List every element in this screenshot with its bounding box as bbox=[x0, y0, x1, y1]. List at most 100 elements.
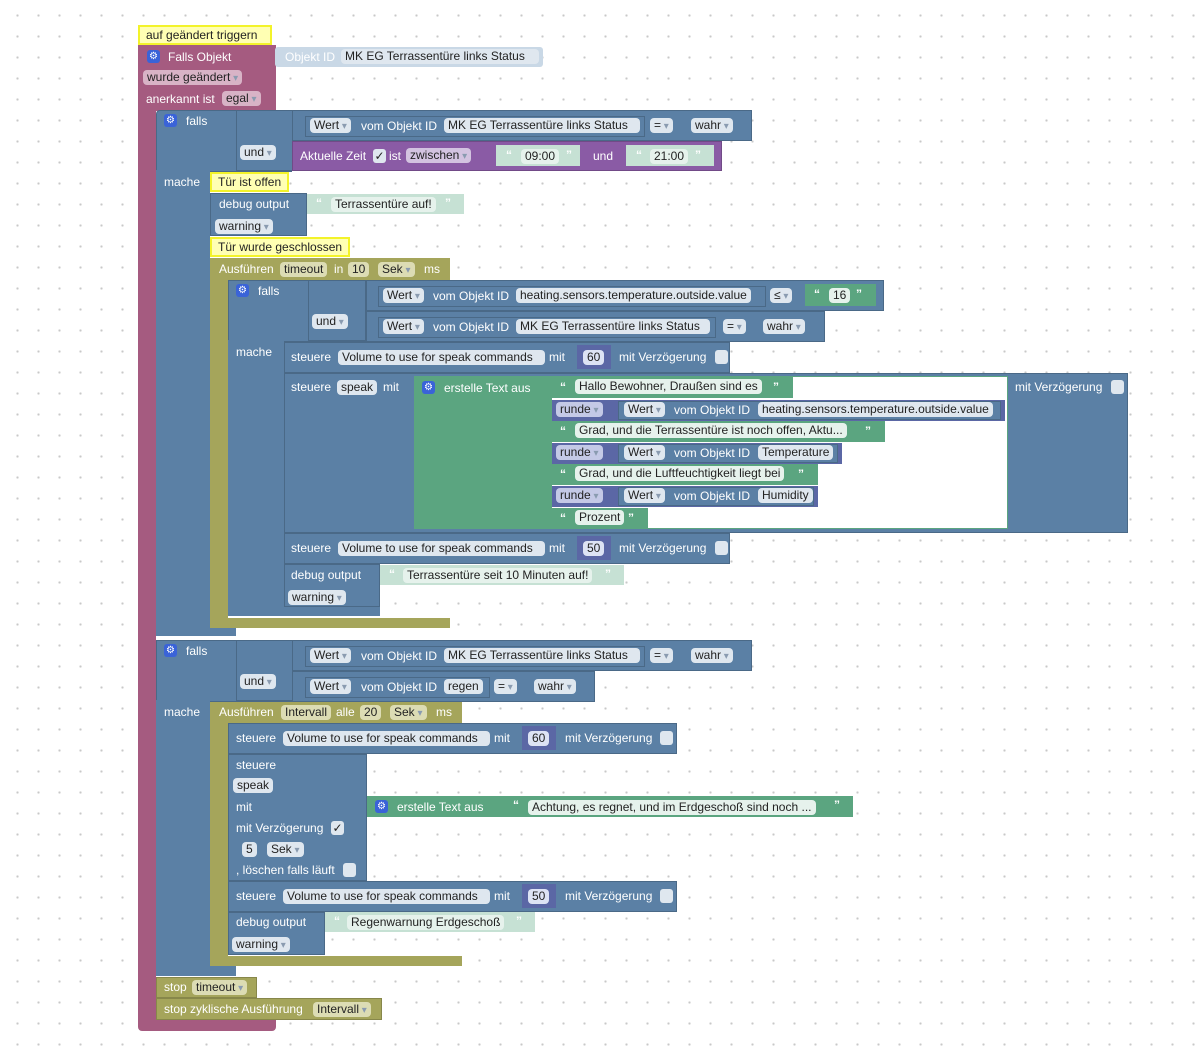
debug-text-field[interactable]: Regenwarnung Erdgeschoß bbox=[347, 915, 505, 930]
objekt-id-field[interactable]: heating.sensors.temperature.outside.valu… bbox=[516, 288, 751, 303]
text-field[interactable]: Grad, und die Terrassentüre ist noch off… bbox=[575, 423, 847, 438]
delay-unit-dropdown[interactable]: Sek bbox=[267, 842, 304, 857]
objekt-id-field[interactable]: Temperature bbox=[758, 445, 834, 460]
gear-icon[interactable]: ⚙ bbox=[422, 381, 435, 394]
target-field[interactable]: Volume to use for speak commands bbox=[338, 541, 545, 556]
debug-level-dropdown[interactable]: warning bbox=[215, 219, 273, 234]
objekt-id-field[interactable]: Humidity bbox=[758, 488, 813, 503]
wert-dropdown[interactable]: Wert bbox=[310, 118, 351, 133]
if2-logic-block[interactable] bbox=[236, 640, 294, 701]
if1-logic-dropdown[interactable]: und bbox=[240, 145, 276, 160]
objekt-id-field[interactable]: heating.sensors.temperature.outside.valu… bbox=[758, 402, 993, 417]
run-unit-dropdown[interactable]: Sek bbox=[390, 705, 427, 720]
join-label: erstelle Text aus bbox=[397, 800, 484, 814]
delay-checkbox[interactable] bbox=[715, 541, 728, 555]
wert-dropdown[interactable]: Wert bbox=[624, 445, 665, 460]
delay-value-field[interactable]: 5 bbox=[242, 842, 257, 857]
debug-level-dropdown[interactable]: warning bbox=[288, 590, 346, 605]
run-unit-dropdown[interactable]: Sek bbox=[378, 262, 415, 277]
objekt-id-field[interactable]: MK EG Terrassentüre links Status bbox=[444, 648, 640, 663]
debug-text-field[interactable]: Terrassentüre auf! bbox=[331, 197, 436, 212]
delay-checkbox[interactable] bbox=[660, 731, 673, 745]
objekt-id-field[interactable]: MK EG Terrassentüre links Status bbox=[516, 319, 710, 334]
wert-dropdown[interactable]: Wert bbox=[310, 648, 351, 663]
if2-logic-dropdown[interactable]: und bbox=[240, 674, 276, 689]
ack-dropdown[interactable]: egal bbox=[222, 91, 261, 106]
delay-checkbox[interactable] bbox=[1111, 380, 1124, 394]
clear-checkbox[interactable] bbox=[343, 863, 356, 877]
number-field[interactable]: 50 bbox=[528, 889, 550, 904]
operator-dropdown[interactable]: = bbox=[650, 648, 673, 663]
run-name-field[interactable]: Intervall bbox=[281, 705, 332, 720]
target-field[interactable]: speak bbox=[233, 778, 274, 793]
wert-dropdown[interactable]: Wert bbox=[383, 288, 424, 303]
target-field[interactable]: Volume to use for speak commands bbox=[283, 731, 490, 746]
bool-dropdown[interactable]: wahr bbox=[534, 679, 576, 694]
gear-icon[interactable]: ⚙ bbox=[147, 50, 160, 63]
delay-checkbox[interactable] bbox=[715, 350, 728, 364]
operator-dropdown[interactable]: = bbox=[723, 319, 746, 334]
bool-dropdown[interactable]: wahr bbox=[691, 118, 733, 133]
comment-closed[interactable]: Tür wurde geschlossen bbox=[210, 237, 351, 257]
quote-close-icon: ” bbox=[865, 424, 871, 438]
change-dropdown[interactable]: wurde geändert bbox=[143, 70, 243, 85]
delay-checkbox[interactable]: ✓ bbox=[331, 821, 344, 835]
gear-icon[interactable]: ⚙ bbox=[164, 644, 177, 657]
target-field[interactable]: Volume to use for speak commands bbox=[283, 889, 490, 904]
interval-footer bbox=[210, 956, 462, 966]
text-field[interactable]: Grad, und die Luftfeuchtigkeit liegt bei bbox=[575, 466, 785, 481]
inner-mache-label: mache bbox=[236, 345, 273, 359]
number-field[interactable]: 60 bbox=[583, 350, 605, 365]
steuere-label: steuere bbox=[236, 731, 277, 745]
quote-open-icon: “ bbox=[506, 148, 512, 162]
round-dropdown[interactable]: runde bbox=[556, 402, 603, 417]
round-dropdown[interactable]: runde bbox=[556, 488, 603, 503]
run-value-field[interactable]: 20 bbox=[360, 705, 382, 720]
objekt-id-field[interactable]: MK EG Terrassentüre links Status bbox=[341, 49, 539, 64]
quote-close-icon: ” bbox=[856, 287, 862, 301]
operator-dropdown[interactable]: = bbox=[494, 679, 517, 694]
inner-logic-dropdown[interactable]: und bbox=[312, 314, 348, 329]
round-dropdown[interactable]: runde bbox=[556, 445, 603, 460]
comment-open[interactable]: Tür ist offen bbox=[210, 172, 290, 192]
gear-icon[interactable]: ⚙ bbox=[164, 114, 177, 127]
run-value-field[interactable]: 10 bbox=[348, 262, 370, 277]
objekt-id-field[interactable]: regen bbox=[444, 679, 483, 694]
run-name-field[interactable]: timeout bbox=[280, 262, 328, 277]
time-mode-dropdown[interactable]: zwischen bbox=[406, 148, 472, 163]
target-field[interactable]: speak bbox=[337, 380, 378, 395]
bool-dropdown[interactable]: wahr bbox=[691, 648, 733, 663]
number-text-field[interactable]: 16 bbox=[829, 288, 851, 303]
objekt-id-field[interactable]: MK EG Terrassentüre links Status bbox=[444, 118, 640, 133]
vom-objekt-label: vom Objekt ID bbox=[361, 649, 438, 663]
wert-dropdown[interactable]: Wert bbox=[310, 679, 351, 694]
if1-logic-block[interactable] bbox=[236, 110, 294, 171]
wert-dropdown[interactable]: Wert bbox=[624, 488, 665, 503]
number-field[interactable]: 60 bbox=[528, 731, 550, 746]
stop-timeout-dropdown[interactable]: timeout bbox=[192, 980, 248, 995]
quote-open-icon: “ bbox=[560, 511, 566, 525]
text-field[interactable]: Prozent bbox=[575, 510, 625, 525]
text-field[interactable]: Achtung, es regnet, und im Erdgeschoß si… bbox=[528, 800, 816, 815]
wert-dropdown[interactable]: Wert bbox=[624, 402, 665, 417]
gear-icon[interactable]: ⚙ bbox=[375, 800, 388, 813]
time-to-field[interactable]: 21:00 bbox=[650, 149, 689, 164]
debug-level-dropdown[interactable]: warning bbox=[232, 937, 290, 952]
operator-dropdown[interactable]: ≤ bbox=[770, 288, 793, 303]
stop-interval-dropdown[interactable]: Intervall bbox=[313, 1002, 371, 1017]
inner-logic-block[interactable] bbox=[308, 280, 366, 341]
operator-dropdown[interactable]: = bbox=[650, 118, 673, 133]
number-field[interactable]: 50 bbox=[583, 541, 605, 556]
gear-icon[interactable]: ⚙ bbox=[236, 284, 249, 297]
target-field[interactable]: Volume to use for speak commands bbox=[338, 350, 545, 365]
time-from-field[interactable]: 09:00 bbox=[521, 149, 560, 164]
join-text-block[interactable] bbox=[414, 376, 552, 529]
comment-trigger[interactable]: auf geändert triggern bbox=[138, 25, 272, 45]
bool-dropdown[interactable]: wahr bbox=[763, 319, 805, 334]
wert-dropdown[interactable]: Wert bbox=[383, 319, 424, 334]
mit-label: mit bbox=[549, 350, 565, 364]
text-field[interactable]: Hallo Bewohner, Draußen sind es bbox=[575, 379, 762, 394]
time-checkbox[interactable]: ✓ bbox=[373, 149, 386, 163]
debug-text-field[interactable]: Terrassentüre seit 10 Minuten auf! bbox=[403, 568, 593, 583]
delay-checkbox[interactable] bbox=[660, 889, 673, 903]
